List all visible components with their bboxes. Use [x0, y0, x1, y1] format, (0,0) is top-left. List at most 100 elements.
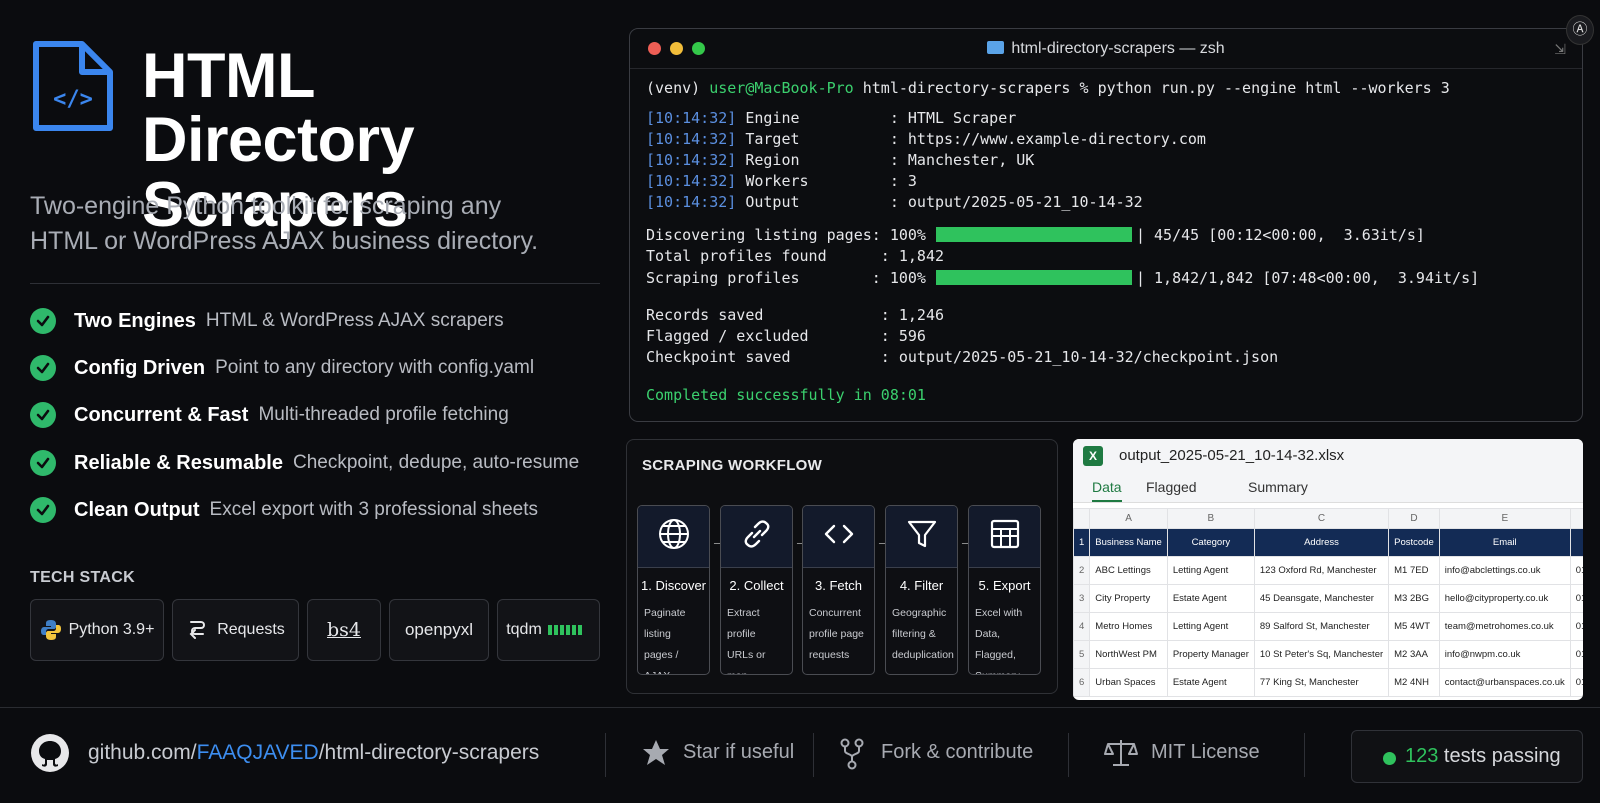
star-link[interactable]: Star if useful	[683, 741, 794, 764]
table-cell: team@metrohomes.co.uk	[1438, 612, 1571, 641]
workflow-title: SCRAPING WORKFLOW	[642, 457, 823, 474]
progress-line: Scraping profiles : 100% | 1,842/1,842 [0…	[646, 268, 1479, 288]
config-line: [10:14:32] Engine : HTML Scraper	[646, 108, 1016, 128]
table-row: 4 Metro Homes Letting Agent 89 Salford St, …	[1073, 612, 1583, 641]
timestamp: [10:14:32]	[646, 130, 737, 148]
config-value: : HTML Scraper	[889, 109, 1017, 127]
table-cell: 77 King St, Manchester	[1253, 668, 1390, 697]
step-icon-box	[721, 506, 792, 568]
prompt-line: (venv) user@MacBook-Pro html-directory-s…	[646, 78, 1450, 98]
fork-link[interactable]: Fork & contribute	[881, 741, 1033, 764]
progress-bars-icon	[547, 625, 582, 635]
accessibility-icon[interactable]: Ⓐ	[1566, 15, 1594, 45]
feature-item: Two Engines HTML & WordPress AJAX scraper…	[30, 305, 504, 337]
table-cell: info@nwpm.co.uk	[1438, 640, 1571, 669]
subtitle: Two-engine Python toolkit for scraping a…	[30, 189, 590, 259]
check-icon	[30, 402, 56, 428]
step-desc: Geographic filtering & deduplication	[892, 603, 954, 666]
config-key: Workers	[745, 172, 863, 190]
check-icon	[30, 450, 56, 476]
config-key: Region	[745, 151, 863, 169]
step-name: 3. Fetch	[815, 578, 862, 593]
config-line: [10:14:32] Region : Manchester, UK	[646, 150, 1034, 170]
table-cell: City Property	[1089, 584, 1168, 613]
header-row: 1 Business Name Category Address Postcode Ema…	[1073, 528, 1583, 557]
tech-chip-label: tqdm	[506, 621, 542, 638]
license-label[interactable]: MIT License	[1151, 741, 1260, 764]
step-desc-line: Excel with	[975, 607, 1023, 619]
feature-item: Concurrent & Fast Multi-threaded profile …	[30, 399, 509, 431]
tests-badge: 123 tests passing	[1351, 730, 1583, 783]
github-icon[interactable]	[30, 733, 70, 773]
logo-glyph: </>	[53, 87, 93, 112]
row-number: 2	[1073, 556, 1091, 585]
config-key: Engine	[745, 109, 863, 127]
config-key: Output	[745, 193, 863, 211]
feature-item: Clean Output Excel export with 3 professi…	[30, 494, 538, 526]
table-cell: Letting Agent	[1166, 612, 1255, 641]
table-cell: 0161 234 5678	[1569, 584, 1583, 613]
tech-chip-label: bs4	[326, 619, 361, 641]
summary-line: Flagged / excluded : 596	[646, 327, 926, 345]
globe-icon	[657, 517, 691, 556]
step-name: 1. Discover	[640, 578, 707, 593]
step-desc-line: pages / AJAX	[644, 649, 679, 674]
star-icon	[643, 740, 669, 765]
table-cell: ABC Lettings	[1089, 556, 1168, 585]
column-header: Category	[1166, 528, 1255, 557]
spreadsheet-icon	[988, 517, 1022, 556]
step-desc-line: Extract profile	[727, 607, 760, 640]
spreadsheet-grid: ABCDEF1Business NameCategoryAddressPostc…	[1073, 508, 1583, 697]
table-cell: Letting Agent	[1166, 556, 1255, 585]
spreadsheet-preview: X output_2025-05-21_10-14-32.xlsx Data F…	[1073, 439, 1583, 700]
table-cell: Estate Agent	[1166, 668, 1255, 697]
step-desc-line: profile page	[809, 628, 864, 640]
progress-bar	[935, 270, 1132, 285]
config-value: : https://www.example-directory.com	[889, 130, 1206, 148]
table-cell: contact@urbanspaces.co.uk	[1438, 668, 1571, 697]
check-icon	[30, 497, 56, 523]
table-row: 2 ABC Lettings Letting Agent 123 Oxford Rd,…	[1073, 556, 1583, 585]
feature-desc: HTML & WordPress AJAX scrapers	[205, 310, 504, 331]
column-letter: E	[1438, 508, 1571, 529]
tech-chip-openpyxl: openpyxl	[389, 599, 489, 661]
step-desc-line: Data, Flagged,	[975, 628, 1016, 661]
step-desc-line: deduplication	[892, 649, 954, 661]
config-value: : output/2025-05-21_10-14-32	[889, 193, 1143, 211]
fork-icon	[840, 738, 864, 770]
config-value: : Manchester, UK	[889, 151, 1035, 169]
tech-chip-requests: Requests	[172, 599, 299, 661]
folder-icon	[987, 41, 1005, 54]
step-name: 5. Export	[978, 578, 1031, 593]
table-cell: M2 4NH	[1388, 668, 1440, 697]
python-icon	[40, 620, 61, 640]
step-name: 2. Collect	[729, 578, 784, 593]
column-header: Email	[1438, 528, 1571, 557]
table-cell: 10 St Peter's Sq, Manchester	[1253, 640, 1390, 669]
divider	[30, 283, 600, 284]
table-cell: 89 Salford St, Manchester	[1253, 612, 1390, 641]
step-desc-line: Geographic	[892, 607, 947, 619]
link-icon	[740, 517, 774, 556]
step-desc-line: Concurrent	[809, 607, 861, 619]
column-header: Address	[1253, 528, 1390, 557]
step-icon-box	[638, 506, 709, 568]
sheet-tab-summary[interactable]: Summary	[1248, 479, 1308, 495]
prompt-venv: (venv)	[646, 79, 701, 97]
timestamp: [10:14:32]	[646, 151, 737, 169]
expand-icon[interactable]: ⇲	[1554, 41, 1566, 58]
sheet-tabs: Data Flagged Summary	[1073, 473, 1583, 503]
feature-name: Config Driven	[74, 356, 206, 379]
table-cell: 0161 456 7890	[1569, 640, 1583, 669]
feature-name: Clean Output	[74, 498, 200, 521]
column-letter: C	[1253, 508, 1390, 529]
table-cell: 45 Deansgate, Manchester	[1253, 584, 1390, 613]
sheet-tab-flagged[interactable]: Flagged	[1146, 479, 1197, 495]
repo-link[interactable]: github.com/FAAQJAVED/html-directory-scra…	[88, 741, 539, 765]
sheet-tab-data[interactable]: Data	[1092, 479, 1122, 502]
table-cell: Property Manager	[1166, 640, 1255, 669]
terminal-window[interactable]: html-directory-scrapers — zsh ⇲ (venv) u…	[629, 28, 1583, 422]
terminal-title-bar[interactable]: html-directory-scrapers — zsh ⇲	[630, 29, 1582, 69]
row-number: 3	[1073, 584, 1091, 613]
column-header: Postcode	[1388, 528, 1440, 557]
